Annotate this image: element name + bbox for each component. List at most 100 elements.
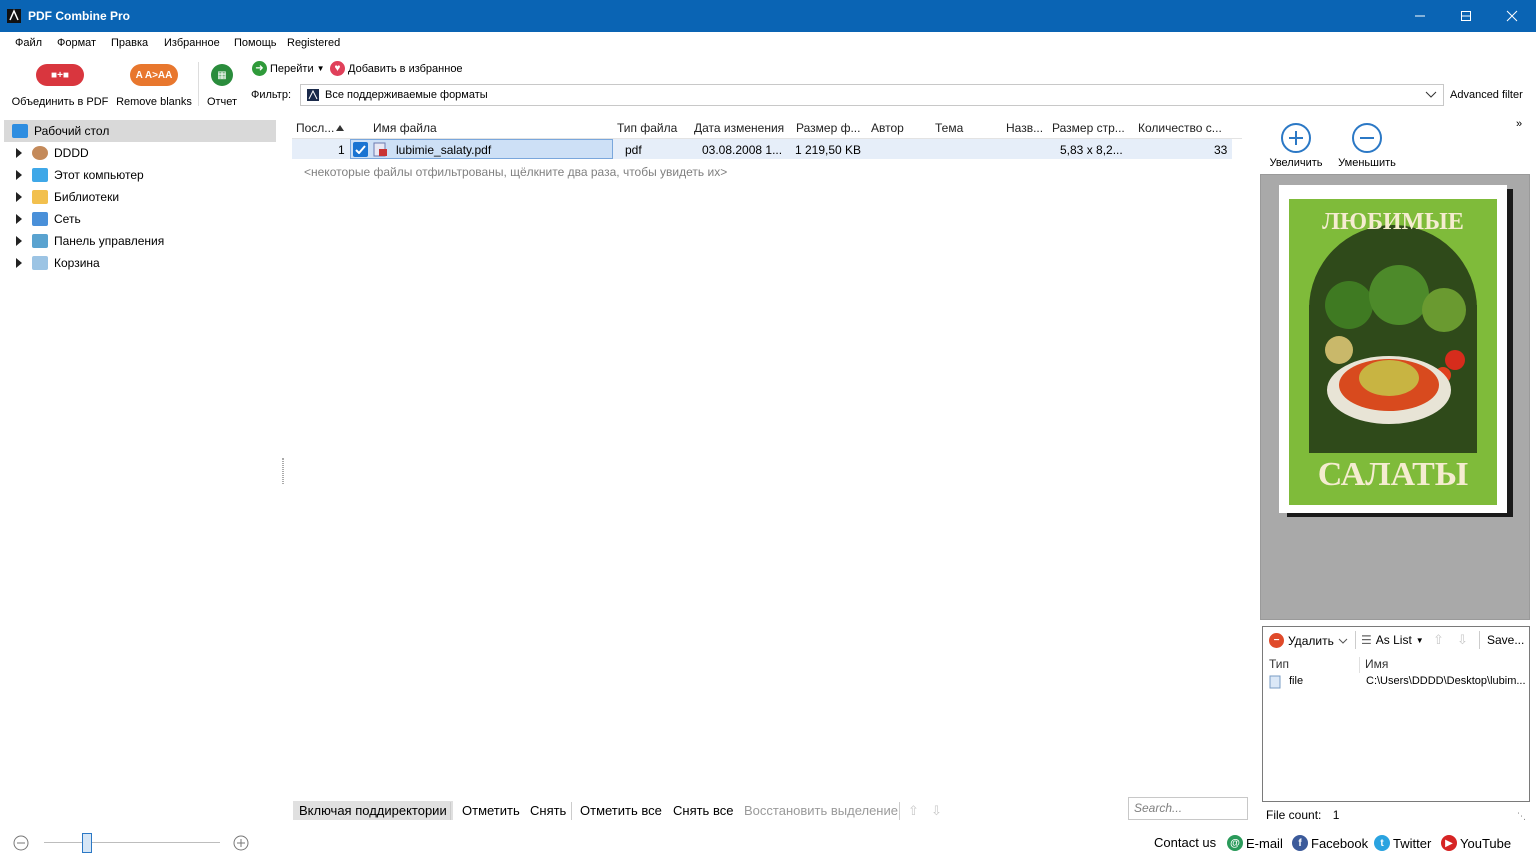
col-page-size[interactable]: Размер стр...	[1052, 118, 1134, 138]
contact-us-link[interactable]: Contact us	[1154, 835, 1216, 850]
close-button[interactable]	[1489, 0, 1535, 32]
search-input[interactable]: Search...	[1128, 797, 1248, 820]
tree-item-desktop[interactable]: Рабочий стол	[4, 120, 276, 142]
tree-item-recycle-bin[interactable]: Корзина	[4, 252, 276, 274]
delete-button[interactable]: − Удалить	[1269, 633, 1348, 648]
facebook-icon: f	[1292, 835, 1308, 851]
combine-pdf-button[interactable]: ■+■ Объединить в PDF	[8, 58, 112, 112]
row-date: 03.08.2008 1...	[702, 143, 783, 157]
expand-arrow-icon[interactable]	[12, 256, 26, 270]
expand-arrow-icon[interactable]	[12, 212, 26, 226]
list-row-type: file	[1289, 675, 1304, 687]
page-thumbnail[interactable]: ЛЮБИМЫЕ САЛАТЫ	[1279, 185, 1507, 513]
row-page-size: 5,83 x 8,2...	[1060, 143, 1123, 157]
view-mode-label: As List	[1375, 633, 1412, 647]
zoom-in-label: Увеличить	[1269, 157, 1323, 169]
panel-collapse-icon[interactable]: »	[1516, 118, 1522, 130]
col-title[interactable]: Назв...	[1006, 118, 1050, 138]
tree-item-this-pc[interactable]: Этот компьютер	[4, 164, 276, 186]
tree-item-libraries[interactable]: Библиотеки	[4, 186, 276, 208]
row-filetype: pdf	[625, 143, 642, 157]
chevron-down-icon	[1425, 91, 1437, 98]
list-row-name: C:\Users\DDDD\Desktop\lubim...	[1366, 675, 1526, 687]
view-mode-button[interactable]: ☰ As List ▼	[1361, 633, 1424, 647]
menu-favorites[interactable]: Избранное	[164, 37, 220, 49]
restore-selection-button[interactable]: Восстановить выделение	[738, 801, 904, 820]
col-page-count[interactable]: Количество с...	[1138, 118, 1232, 138]
report-icon: ▦	[211, 64, 233, 86]
email-link[interactable]: @ E-mail	[1227, 835, 1283, 851]
sort-ascending-icon	[336, 125, 344, 131]
advanced-filter-link[interactable]: Advanced filter	[1450, 89, 1523, 101]
move-up-icon[interactable]: ⇧	[1433, 632, 1444, 648]
facebook-label: Facebook	[1311, 835, 1369, 851]
row-filename: lubimie_salaty.pdf	[396, 143, 492, 157]
minimize-button[interactable]	[1397, 0, 1443, 32]
col-author[interactable]: Автор	[871, 118, 931, 138]
tree-item-label: Корзина	[54, 256, 100, 270]
uncheck-button[interactable]: Снять	[524, 801, 572, 820]
uncheck-all-button[interactable]: Снять все	[667, 801, 739, 820]
tree-item-dddd[interactable]: DDDD	[4, 142, 276, 164]
maximize-button[interactable]	[1443, 0, 1489, 32]
toolbar-divider	[198, 62, 199, 106]
zoom-out-small-icon[interactable]	[12, 834, 30, 852]
tree-item-label: Библиотеки	[54, 190, 120, 204]
report-button[interactable]: ▦ Отчет	[202, 58, 242, 112]
remove-blanks-label: Remove blanks	[116, 96, 192, 108]
zoom-in-button[interactable]: Увеличить	[1261, 122, 1331, 169]
thumbnail-size-slider-thumb[interactable]	[82, 833, 92, 853]
resize-grip-icon[interactable]: ⋱	[1517, 811, 1526, 822]
tree-item-network[interactable]: Сеть	[4, 208, 276, 230]
goto-button[interactable]: ➜ Перейти ▼	[252, 61, 325, 76]
filtered-hint[interactable]: <некоторые файлы отфильтрованы, щёлкните…	[304, 165, 727, 179]
expand-arrow-icon[interactable]	[12, 168, 26, 182]
file-icon	[1269, 675, 1281, 689]
filter-select[interactable]: Все поддерживаемые форматы	[300, 84, 1444, 106]
delete-label: Удалить	[1288, 633, 1334, 648]
menu-edit[interactable]: Правка	[111, 37, 148, 49]
add-favorite-button[interactable]: ♥ Добавить в избранное	[330, 61, 463, 76]
twitter-link[interactable]: t Twitter	[1374, 835, 1431, 851]
menu-format[interactable]: Формат	[57, 37, 96, 49]
include-subdirs-button[interactable]: Включая поддиректории	[293, 801, 453, 820]
title-bar: PDF Combine Pro	[0, 0, 1536, 32]
col-size[interactable]: Размер ф...	[796, 118, 868, 138]
move-down-icon[interactable]: ⇩	[1457, 632, 1468, 648]
cover-title-top: ЛЮБИМЫЕ	[1322, 209, 1464, 235]
expand-arrow-icon[interactable]	[12, 234, 26, 248]
filter-value: Все поддерживаемые форматы	[325, 89, 488, 101]
zoom-in-small-icon[interactable]	[232, 834, 250, 852]
thumbnail-size-slider-track[interactable]	[44, 842, 220, 843]
menu-registered[interactable]: Registered	[287, 37, 340, 49]
youtube-link[interactable]: ▶ YouTube	[1441, 835, 1511, 851]
expand-arrow-icon[interactable]	[12, 190, 26, 204]
col-type[interactable]: Тип	[1269, 657, 1289, 671]
col-name[interactable]: Имя	[1365, 657, 1388, 671]
goto-label: Перейти	[270, 62, 314, 75]
zoom-out-button[interactable]: Уменьшить	[1332, 122, 1402, 169]
expand-arrow-icon[interactable]	[12, 146, 26, 160]
user-icon	[32, 146, 48, 160]
row-checkbox[interactable]	[353, 142, 368, 157]
move-down-icon[interactable]: ⇩	[931, 803, 942, 819]
col-filetype[interactable]: Тип файла	[617, 118, 689, 138]
file-count-label: File count:	[1266, 808, 1322, 822]
computer-icon	[32, 168, 48, 182]
save-list-button[interactable]: Save...	[1487, 633, 1524, 647]
pdf-file-icon	[307, 89, 319, 101]
col-subject[interactable]: Тема	[935, 118, 1001, 138]
splitter[interactable]	[280, 118, 290, 818]
menu-file[interactable]: Файл	[15, 37, 42, 49]
menu-help[interactable]: Помощь	[234, 37, 277, 49]
chevron-down-icon	[1338, 638, 1348, 644]
remove-blanks-button[interactable]: A A>AA Remove blanks	[114, 58, 194, 112]
tree-item-control-panel[interactable]: Панель управления	[4, 230, 276, 252]
check-button[interactable]: Отметить	[456, 801, 526, 820]
col-date[interactable]: Дата изменения	[694, 118, 792, 138]
move-up-icon[interactable]: ⇧	[908, 803, 919, 819]
check-all-button[interactable]: Отметить все	[574, 801, 668, 820]
remove-blanks-icon: A A>AA	[130, 64, 178, 86]
col-filename[interactable]: Имя файла	[373, 118, 609, 138]
facebook-link[interactable]: f Facebook	[1292, 835, 1368, 851]
